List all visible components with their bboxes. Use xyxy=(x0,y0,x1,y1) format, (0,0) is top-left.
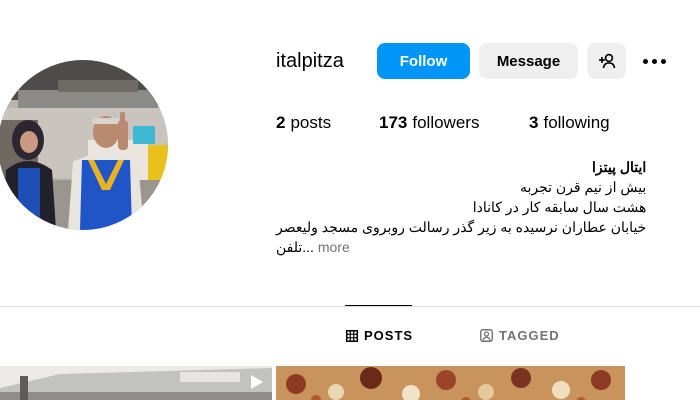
reel-icon xyxy=(251,375,263,389)
posts-count: 2 xyxy=(276,113,286,132)
bio-line: خیابان عطاران نرسیده به زیر گذر رسالت رو… xyxy=(276,219,647,235)
post-thumbnail[interactable] xyxy=(0,366,272,400)
suggest-users-button[interactable] xyxy=(587,43,626,79)
tab-posts-label: POSTS xyxy=(364,328,414,343)
tabs-divider xyxy=(0,306,700,307)
more-options-icon[interactable] xyxy=(640,48,668,74)
followers-count: 173 xyxy=(379,113,408,132)
following-label: following xyxy=(543,113,610,132)
following-stat[interactable]: 3 following xyxy=(529,113,610,133)
post-thumbnail[interactable] xyxy=(276,366,625,400)
tab-posts[interactable]: POSTS xyxy=(346,328,413,343)
bio-line: هشت سال سابقه کار در کانادا xyxy=(472,199,647,215)
profile-avatar[interactable] xyxy=(0,60,168,230)
posts-label: posts xyxy=(290,113,332,132)
profile-username: italpitza xyxy=(276,50,344,72)
more-dot xyxy=(642,58,648,64)
follow-button[interactable]: Follow xyxy=(377,43,470,79)
bio-last-line: تلفن... more xyxy=(276,237,646,257)
profile-avatar-wrapper xyxy=(0,60,168,230)
bio-more-link[interactable]: more xyxy=(318,239,350,255)
message-button[interactable]: Message xyxy=(479,43,578,79)
followers-label: followers xyxy=(412,113,480,132)
followers-stat[interactable]: 173 followers xyxy=(379,113,479,133)
tagged-icon xyxy=(480,329,493,342)
profile-bio: ایتال پیتزا بیش از نیم قرن تجربه هشت سال… xyxy=(276,157,646,257)
bio-display-name: ایتال پیتزا xyxy=(592,159,647,175)
bio-line: بیش از نیم قرن تجربه xyxy=(519,179,647,195)
tab-tagged-label: TAGGED xyxy=(499,328,560,343)
tab-tagged[interactable]: TAGGED xyxy=(480,328,560,343)
grid-icon xyxy=(346,329,358,342)
more-dot xyxy=(651,58,657,64)
avatar-photo xyxy=(0,60,168,230)
more-dot xyxy=(660,58,666,64)
bio-truncated-text: تلفن... xyxy=(276,239,314,255)
posts-stat: 2 posts xyxy=(276,113,331,133)
add-user-icon xyxy=(598,53,615,69)
active-tab-indicator xyxy=(345,305,412,306)
post-thumbnail-image xyxy=(276,366,625,400)
post-thumbnail-image xyxy=(0,366,272,400)
following-count: 3 xyxy=(529,113,539,132)
